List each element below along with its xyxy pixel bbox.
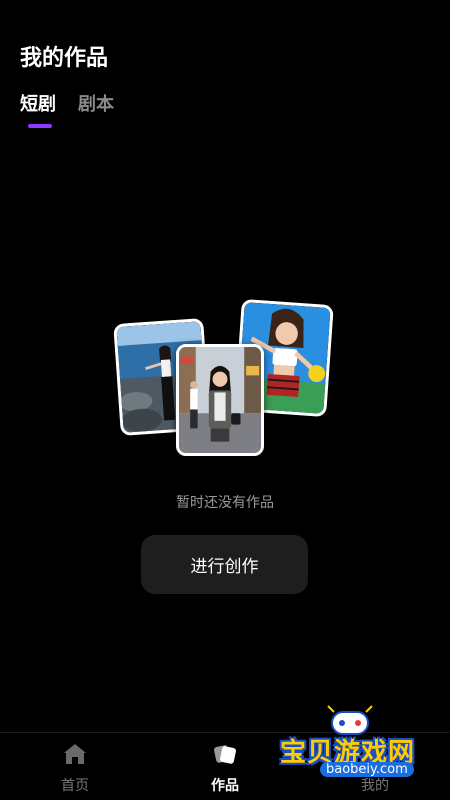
create-work-button[interactable]: 进行创作 xyxy=(141,535,308,594)
tab-bar: 短剧 剧本 xyxy=(20,90,114,128)
nav-label-works: 作品 xyxy=(211,778,239,794)
empty-state-illustration xyxy=(0,0,450,800)
nav-item-home[interactable]: 首页 xyxy=(35,743,115,795)
cheerleader-photo xyxy=(234,298,334,418)
empty-state-message: 暂时还没有作品 xyxy=(176,495,274,511)
tab-script[interactable]: 剧本 xyxy=(78,90,114,116)
seaside-photo xyxy=(113,317,211,437)
nav-item-works[interactable]: 作品 xyxy=(185,743,265,795)
page-title: 我的作品 xyxy=(20,46,109,71)
active-tab-indicator xyxy=(28,124,52,128)
street-photo xyxy=(176,344,264,456)
watermark-url: baobeiy.com xyxy=(320,762,414,777)
works-icon xyxy=(212,743,238,769)
tab-short-drama[interactable]: 短剧 xyxy=(20,90,56,116)
nav-label-home: 首页 xyxy=(61,778,89,794)
home-icon xyxy=(63,743,87,769)
watermark-logo: 宝贝游戏网 baobeiy.com xyxy=(270,700,450,800)
